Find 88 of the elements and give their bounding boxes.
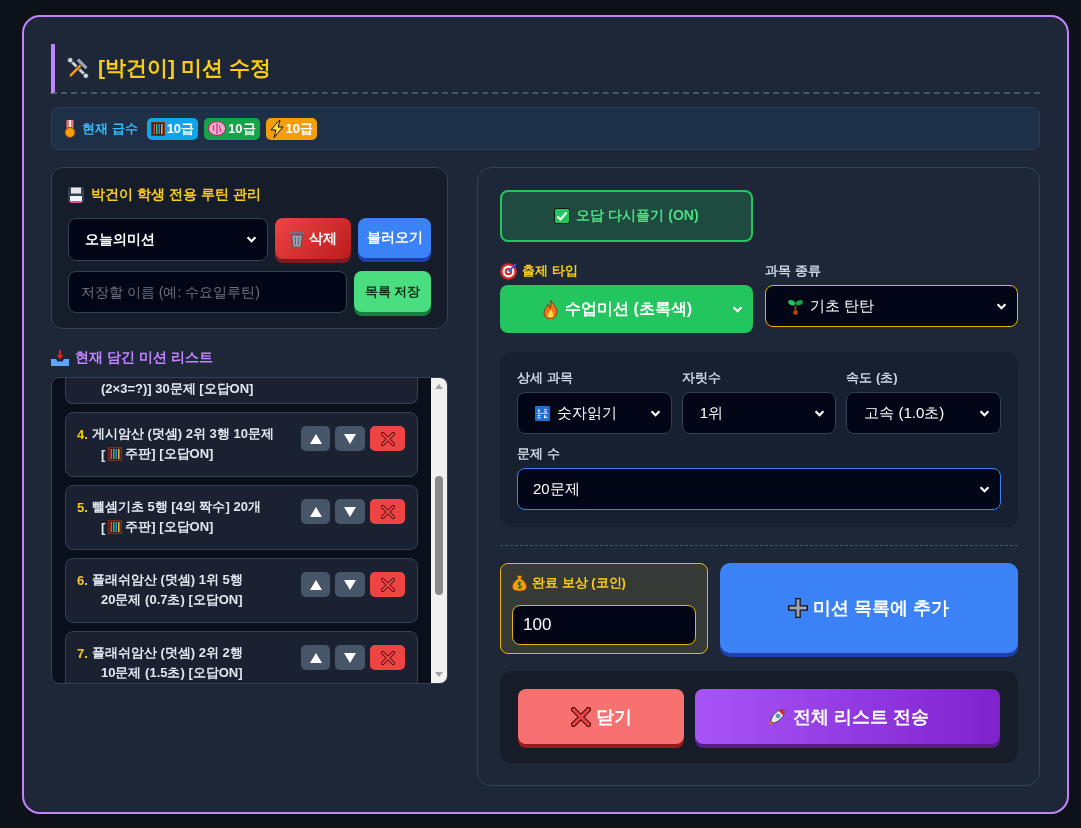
grade-level: 10급 — [285, 119, 314, 138]
mission-list-title: 현재 담긴 미션 리스트 — [75, 349, 213, 367]
checkbox-checked-icon — [554, 208, 571, 224]
chevron-down-icon — [246, 236, 257, 243]
mission-item-title: 게시암산 (덧셈) 2위 3행 10문제 — [91, 425, 274, 443]
chevron-down-icon — [814, 409, 826, 417]
money-bag-icon — [512, 574, 527, 592]
move-up-button[interactable] — [301, 645, 330, 670]
mission-item-detail: 10문제 (1.5초) [오답ON] — [101, 664, 243, 682]
question-count-select[interactable]: 20문제 — [517, 468, 1001, 510]
mission-item-detail: 주판] [오답ON] — [125, 445, 214, 463]
field-label: 문제 수 — [517, 445, 560, 463]
speed-select[interactable]: 고속 (1.0초) — [846, 392, 1001, 434]
brain-icon — [208, 121, 227, 136]
mission-item-title: 플래쉬암산 (덧셈) 1위 5행 — [91, 571, 243, 589]
chevron-down-icon — [649, 409, 661, 417]
lightning-icon — [269, 119, 284, 138]
routine-panel-title: 박건이 학생 전용 루틴 관리 — [91, 186, 261, 204]
up-triangle-icon — [309, 506, 322, 517]
plus-icon — [788, 598, 809, 618]
cross-icon — [380, 577, 395, 592]
mission-item-number: 6. — [77, 572, 88, 588]
flame-icon — [542, 299, 558, 319]
move-down-button[interactable] — [335, 426, 365, 451]
scroll-thumb[interactable] — [435, 476, 443, 595]
mission-item-number: 4. — [77, 426, 88, 442]
move-up-button[interactable] — [301, 499, 330, 524]
field-label: 상세 과목 — [517, 369, 573, 387]
up-triangle-icon — [309, 652, 322, 663]
move-up-button[interactable] — [301, 426, 330, 451]
abacus-icon — [150, 121, 165, 136]
cross-icon — [380, 650, 395, 665]
mission-item-detail: (2×3=?)] 30문제 [오답ON] — [101, 381, 254, 396]
field-label: 속도 (초) — [846, 369, 898, 387]
mission-item-number: 7. — [77, 645, 88, 661]
scrollbar[interactable] — [431, 378, 447, 683]
seedling-icon — [788, 297, 803, 315]
remove-item-button[interactable] — [370, 499, 405, 524]
mission-item-detail: 주판] [오답ON] — [125, 518, 214, 536]
down-triangle-icon — [344, 652, 356, 663]
hammer-wrench-icon — [67, 57, 89, 79]
mission-item-detail: 20문제 (0.7초) [오답ON] — [101, 591, 243, 609]
abacus-icon — [108, 447, 123, 461]
field-label: 과목 종류 — [765, 262, 821, 280]
down-triangle-icon — [344, 433, 356, 444]
grade-level: 10급 — [166, 119, 195, 138]
inbox-tray-icon — [51, 350, 69, 366]
reward-input[interactable]: 100 — [512, 605, 696, 645]
mission-item-title: 뺄셈기초 5행 [4의 짝수] 20개 — [91, 498, 261, 516]
down-triangle-icon — [344, 579, 356, 590]
grade-level: 10급 — [228, 119, 256, 138]
digits-select[interactable]: 1위 — [681, 392, 837, 434]
bracket-text: [ — [101, 519, 106, 535]
chevron-down-icon — [979, 485, 990, 493]
trash-icon — [289, 230, 304, 247]
category-select[interactable]: 기초 탄탄 — [765, 285, 1018, 327]
up-triangle-icon — [309, 433, 322, 444]
grade-label: 현재 급수 — [82, 119, 138, 138]
field-label: 자릿수 — [681, 369, 721, 387]
subject-select[interactable]: 숫자읽기 — [517, 392, 672, 434]
cross-icon — [380, 431, 395, 446]
field-label: 완료 보상 (코인) — [532, 574, 626, 592]
chevron-down-icon — [996, 302, 1007, 310]
chevron-down-icon — [979, 409, 990, 417]
medal-icon — [64, 119, 76, 138]
mission-item-number: 5. — [77, 499, 88, 515]
up-triangle-icon — [309, 579, 322, 590]
bracket-text: [ — [101, 446, 106, 462]
routine-name-input[interactable]: 저장할 이름 (예: 수요일루틴) — [68, 271, 347, 313]
move-down-button[interactable] — [335, 572, 365, 597]
chevron-down-icon — [732, 305, 743, 313]
move-down-button[interactable] — [335, 645, 365, 670]
down-triangle-icon — [344, 506, 356, 517]
remove-item-button[interactable] — [370, 426, 405, 451]
abacus-icon — [108, 520, 123, 534]
number-keycap-icon — [535, 405, 550, 421]
remove-item-button[interactable] — [370, 572, 405, 597]
move-up-button[interactable] — [301, 572, 330, 597]
dialog-title: [박건이] 미션 수정 — [98, 55, 271, 81]
remove-item-button[interactable] — [370, 645, 405, 670]
target-icon — [500, 262, 517, 280]
routine-select[interactable]: 오늘의미션 — [68, 218, 268, 261]
field-label: 출제 타입 — [522, 262, 578, 280]
cross-icon — [570, 706, 591, 727]
move-down-button[interactable] — [335, 499, 365, 524]
review-toggle[interactable]: 오답 다시풀기 (ON) — [500, 190, 753, 242]
cross-icon — [380, 504, 395, 519]
mission-item-title: 플래쉬암산 (덧셈) 2위 2행 — [91, 644, 243, 662]
